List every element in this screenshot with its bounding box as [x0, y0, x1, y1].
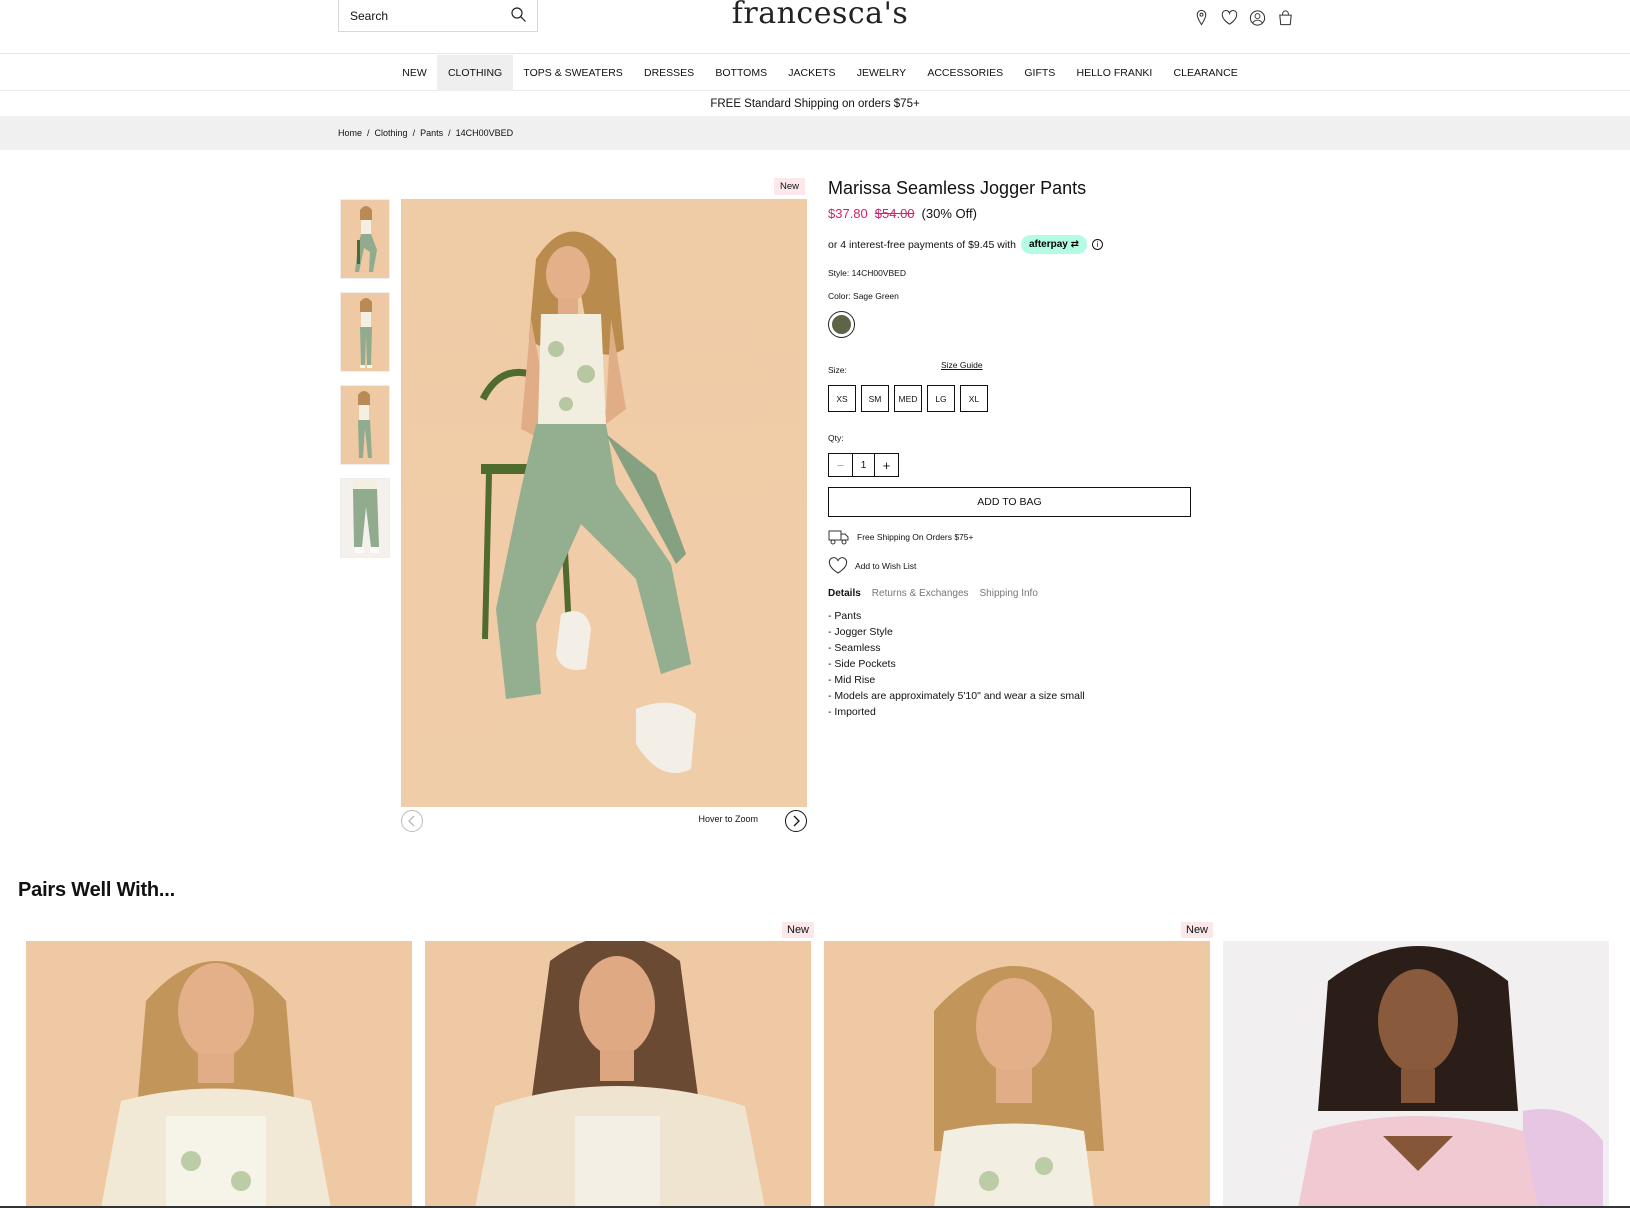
- site-header: francesca's: [0, 0, 1630, 54]
- site-logo[interactable]: francesca's: [690, 0, 950, 31]
- product-thumbnail[interactable]: [340, 385, 390, 465]
- main-product-image[interactable]: [401, 199, 807, 807]
- sale-price: $37.80: [828, 206, 868, 221]
- account-icon[interactable]: [1248, 8, 1267, 28]
- product-thumbnail[interactable]: [340, 478, 390, 558]
- pair-product-card[interactable]: [26, 941, 412, 1208]
- search-box[interactable]: [338, 0, 538, 32]
- qty-value[interactable]: 1: [852, 454, 875, 476]
- search-icon[interactable]: [510, 6, 528, 24]
- afterpay-badge[interactable]: afterpay ⇄: [1020, 235, 1088, 254]
- nav-item-jackets[interactable]: JACKETS: [778, 55, 846, 91]
- pairs-well-with-heading: Pairs Well With...: [18, 879, 175, 901]
- color-label: Color: Sage Green: [828, 291, 899, 301]
- tab-shipping-info[interactable]: Shipping Info: [980, 588, 1038, 599]
- truck-icon: [828, 530, 849, 545]
- nav-item-accessories[interactable]: ACCESSORIES: [917, 55, 1014, 91]
- main-nav: NEW CLOTHING TOPS & SWEATERS DRESSES BOTTOMS…: [0, 55, 1630, 91]
- nav-item-bottoms[interactable]: BOTTOMS: [705, 55, 778, 91]
- bag-icon[interactable]: [1276, 8, 1295, 28]
- breadcrumb-bar: Home / Clothing / Pants/ 14CH00VBED: [0, 116, 1630, 150]
- chevron-right-icon: [793, 815, 800, 827]
- add-to-wishlist-link[interactable]: Add to Wish List: [855, 561, 916, 571]
- product-info: Marissa Seamless Jogger Pants $37.80 $54…: [828, 178, 1198, 720]
- afterpay-row: or 4 interest-free payments of $9.45 wit…: [828, 235, 1198, 254]
- style-number: Style: 14CH00VBED: [828, 268, 906, 278]
- pair-product-card[interactable]: [425, 941, 811, 1208]
- new-badge: New: [1181, 922, 1214, 938]
- size-option-sm[interactable]: SM: [861, 385, 889, 412]
- size-option-lg[interactable]: LG: [927, 385, 955, 412]
- breadcrumb-clothing[interactable]: Clothing: [375, 128, 408, 138]
- pair-product-card[interactable]: [1223, 941, 1609, 1208]
- original-price: $54.00: [874, 206, 915, 221]
- shipping-promo[interactable]: FREE Standard Shipping on orders $75+: [0, 98, 1630, 116]
- hover-to-zoom-label: Hover to Zoom: [698, 814, 758, 824]
- free-shipping-perk: Free Shipping On Orders $75+: [828, 528, 1198, 546]
- chevron-left-icon: [408, 815, 415, 827]
- info-icon[interactable]: i: [1092, 239, 1104, 250]
- new-badge: New: [782, 922, 815, 938]
- nav-item-gifts[interactable]: GIFTS: [1014, 55, 1066, 91]
- size-option-xl[interactable]: XL: [960, 385, 988, 412]
- heart-icon[interactable]: [828, 557, 848, 575]
- detail-item: - Seamless: [828, 642, 881, 654]
- afterpay-text: or 4 interest-free payments of $9.45 wit…: [828, 238, 1016, 251]
- discount-label: (30% Off): [921, 206, 977, 221]
- breadcrumb-home[interactable]: Home: [338, 128, 362, 138]
- nav-item-jewelry[interactable]: JEWELRY: [846, 55, 917, 91]
- tab-details[interactable]: Details: [828, 588, 861, 599]
- breadcrumb: Home / Clothing / Pants/ 14CH00VBED: [338, 128, 514, 138]
- thumbnail-list: [340, 199, 390, 571]
- product-thumbnail[interactable]: [340, 199, 390, 279]
- detail-item: - Imported: [828, 706, 876, 718]
- qty-increase-button[interactable]: +: [875, 454, 898, 476]
- info-tabs: Details Returns & Exchanges Shipping Inf…: [828, 588, 1198, 599]
- add-to-bag-button[interactable]: ADD TO BAG: [828, 487, 1191, 517]
- breadcrumb-pants[interactable]: Pants: [420, 128, 443, 138]
- search-input[interactable]: [350, 8, 500, 23]
- prev-image-button[interactable]: [401, 810, 423, 832]
- size-guide-link[interactable]: Size Guide: [941, 360, 983, 370]
- size-option-xs[interactable]: XS: [828, 385, 856, 412]
- location-icon[interactable]: [1192, 8, 1211, 28]
- color-swatch-sage-green[interactable]: [828, 311, 855, 338]
- gallery-controls: Hover to Zoom: [401, 810, 807, 834]
- product-thumbnail[interactable]: [340, 292, 390, 372]
- detail-item: - Models are approximately 5'10" and wea…: [828, 690, 1085, 702]
- price-row: $37.80 $54.00 (30% Off): [828, 206, 1198, 221]
- pair-product-card[interactable]: [824, 941, 1210, 1208]
- free-shipping-text: Free Shipping On Orders $75+: [857, 532, 974, 542]
- size-selector: XS SM MED LG XL: [828, 385, 1198, 412]
- details-list: - Pants - Jogger Style - Seamless - Side…: [828, 608, 1198, 720]
- detail-item: - Jogger Style: [828, 626, 893, 638]
- quantity-stepper: − 1 +: [828, 453, 899, 477]
- nav-item-hello-franki[interactable]: HELLO FRANKI: [1066, 55, 1163, 91]
- breadcrumb-current: 14CH00VBED: [455, 128, 514, 138]
- nav-item-clearance[interactable]: CLEARANCE: [1163, 55, 1248, 91]
- qty-label: Qty:: [828, 433, 844, 443]
- detail-item: - Pants: [828, 610, 862, 622]
- size-option-med[interactable]: MED: [894, 385, 922, 412]
- qty-decrease-button[interactable]: −: [829, 454, 852, 476]
- heart-icon[interactable]: [1220, 8, 1239, 28]
- detail-item: - Side Pockets: [828, 658, 896, 670]
- tab-returns-exchanges[interactable]: Returns & Exchanges: [872, 588, 969, 599]
- afterpay-logo-text: afterpay: [1028, 239, 1068, 250]
- nav-item-new[interactable]: NEW: [392, 55, 438, 91]
- product-title: Marissa Seamless Jogger Pants: [828, 178, 1087, 198]
- wishlist-row[interactable]: Add to Wish List: [828, 557, 1198, 575]
- nav-item-dresses[interactable]: DRESSES: [633, 55, 704, 91]
- detail-item: - Mid Rise: [828, 674, 876, 686]
- new-badge: New: [774, 178, 806, 195]
- next-image-button[interactable]: [785, 810, 807, 832]
- size-label: Size:: [828, 365, 847, 375]
- nav-item-clothing[interactable]: CLOTHING: [437, 55, 513, 91]
- nav-item-tops-sweaters[interactable]: TOPS & SWEATERS: [513, 55, 634, 91]
